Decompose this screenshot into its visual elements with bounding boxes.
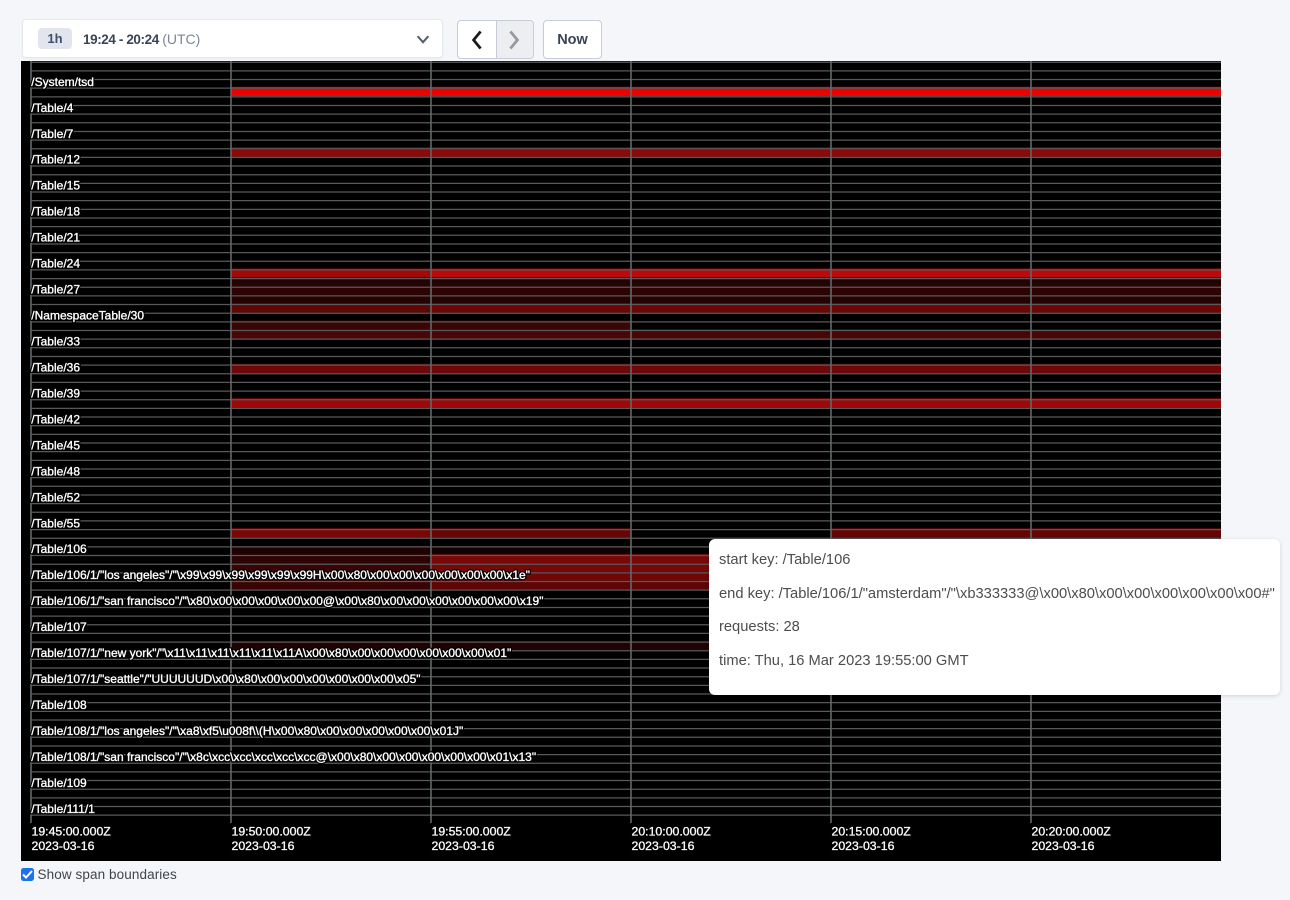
svg-text:/Table/39: /Table/39 [31, 386, 80, 400]
svg-text:/System/tsd: /System/tsd [31, 75, 94, 89]
svg-text:/Table/15: /Table/15 [31, 179, 80, 193]
svg-text:/Table/108: /Table/108 [31, 698, 87, 712]
svg-text:/Table/107/1/"new york"/"\x11\: /Table/107/1/"new york"/"\x11\x11\x11\x1… [31, 646, 511, 660]
svg-text:2023-03-16: 2023-03-16 [832, 839, 895, 853]
svg-text:/Table/36: /Table/36 [31, 360, 80, 374]
svg-text:19:50:00.000Z: 19:50:00.000Z [232, 825, 312, 839]
svg-text:/Table/106/1/"los angeles"/"\x: /Table/106/1/"los angeles"/"\x99\x99\x99… [31, 568, 530, 582]
svg-text:/Table/106: /Table/106 [31, 542, 87, 556]
svg-text:/Table/108/1/"los angeles"/"\x: /Table/108/1/"los angeles"/"\xa8\xf5\u00… [31, 724, 463, 738]
svg-text:2023-03-16: 2023-03-16 [632, 839, 695, 853]
svg-text:20:10:00.000Z: 20:10:00.000Z [632, 825, 712, 839]
svg-text:/Table/107: /Table/107 [31, 620, 87, 634]
svg-text:/NamespaceTable/30: /NamespaceTable/30 [31, 309, 144, 323]
svg-text:2023-03-16: 2023-03-16 [32, 839, 95, 853]
svg-text:/Table/33: /Table/33 [31, 334, 80, 348]
svg-text:20:20:00.000Z: 20:20:00.000Z [1032, 825, 1112, 839]
svg-text:/Table/12: /Table/12 [31, 153, 80, 167]
svg-text:/Table/7: /Table/7 [31, 127, 73, 141]
svg-text:2023-03-16: 2023-03-16 [1032, 839, 1095, 853]
svg-text:/Table/107/1/"seattle"/"UUUUUU: /Table/107/1/"seattle"/"UUUUUUD\x00\x80\… [31, 672, 420, 686]
svg-text:/Table/18: /Table/18 [31, 205, 80, 219]
svg-text:/Table/106/1/"san francisco"/": /Table/106/1/"san francisco"/"\x80\x00\x… [31, 594, 543, 608]
svg-text:/Table/4: /Table/4 [31, 101, 73, 115]
svg-text:/Table/111/1: /Table/111/1 [31, 802, 95, 816]
svg-text:/Table/21: /Table/21 [31, 231, 80, 245]
svg-text:/Table/45: /Table/45 [31, 438, 80, 452]
svg-text:20:15:00.000Z: 20:15:00.000Z [832, 825, 912, 839]
svg-text:/Table/52: /Table/52 [31, 490, 80, 504]
svg-text:/Table/42: /Table/42 [31, 412, 80, 426]
svg-text:2023-03-16: 2023-03-16 [232, 839, 295, 853]
svg-text:/Table/109: /Table/109 [31, 776, 87, 790]
svg-text:2023-03-16: 2023-03-16 [432, 839, 495, 853]
svg-text:/Table/55: /Table/55 [31, 516, 80, 530]
svg-text:/Table/108/1/"san francisco"/": /Table/108/1/"san francisco"/"\x8c\xcc\x… [31, 750, 536, 764]
svg-text:/Table/27: /Table/27 [31, 283, 80, 297]
svg-text:/Table/24: /Table/24 [31, 257, 80, 271]
svg-text:19:55:00.000Z: 19:55:00.000Z [432, 825, 512, 839]
svg-text:/Table/48: /Table/48 [31, 464, 80, 478]
svg-text:19:45:00.000Z: 19:45:00.000Z [32, 825, 112, 839]
